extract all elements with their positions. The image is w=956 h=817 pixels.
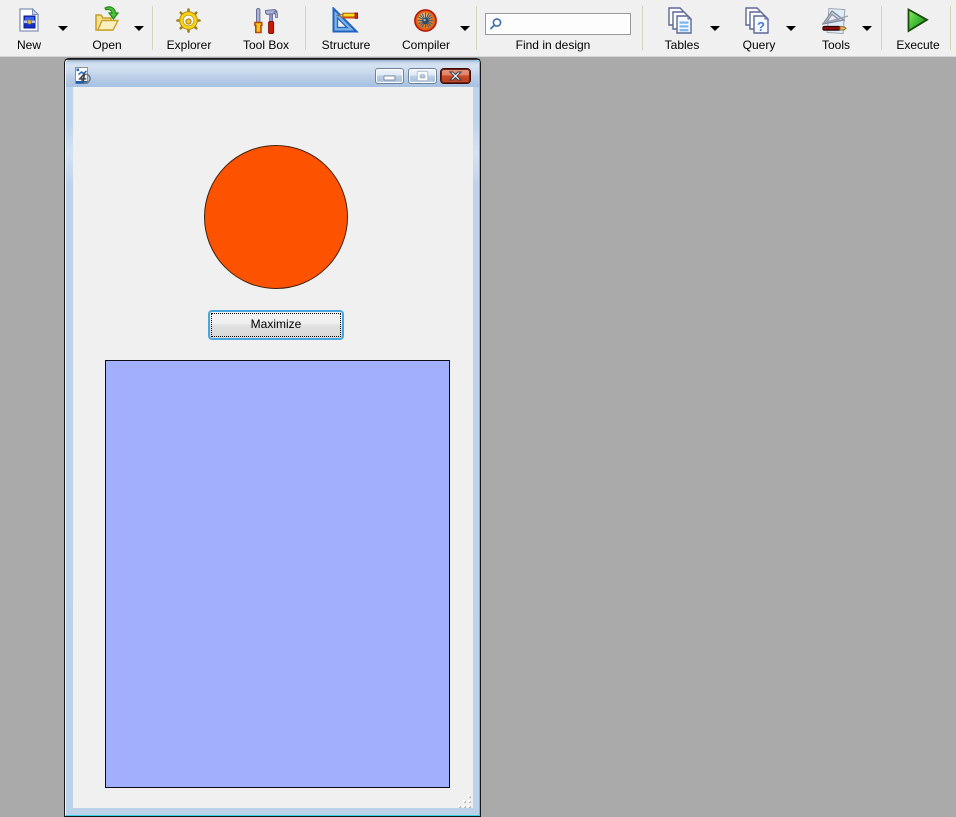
svg-text:?: ? [757, 19, 765, 34]
